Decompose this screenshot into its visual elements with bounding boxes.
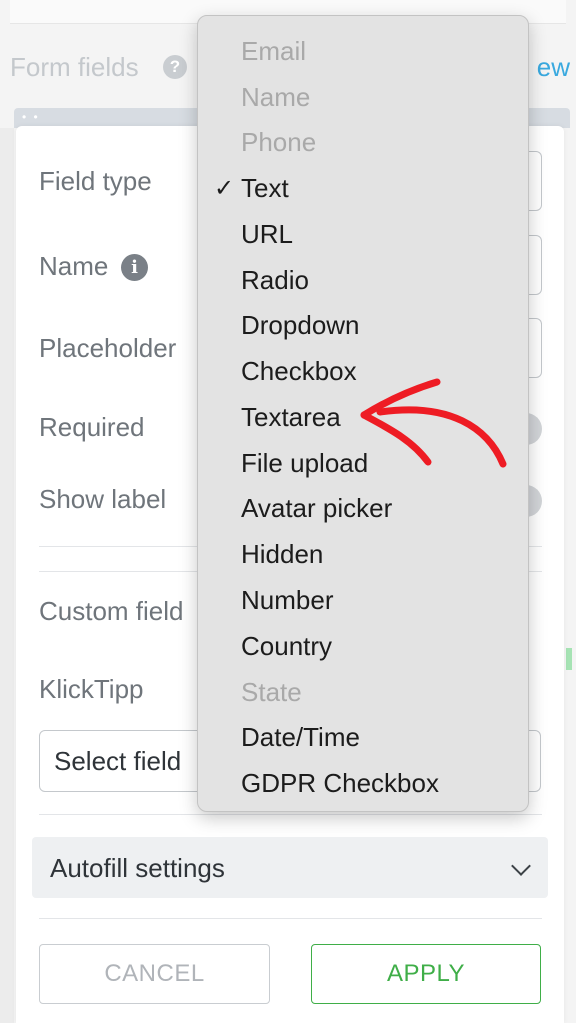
annotation-arrow-head-lower <box>360 411 432 466</box>
annotation-arrow-icon <box>360 378 507 468</box>
